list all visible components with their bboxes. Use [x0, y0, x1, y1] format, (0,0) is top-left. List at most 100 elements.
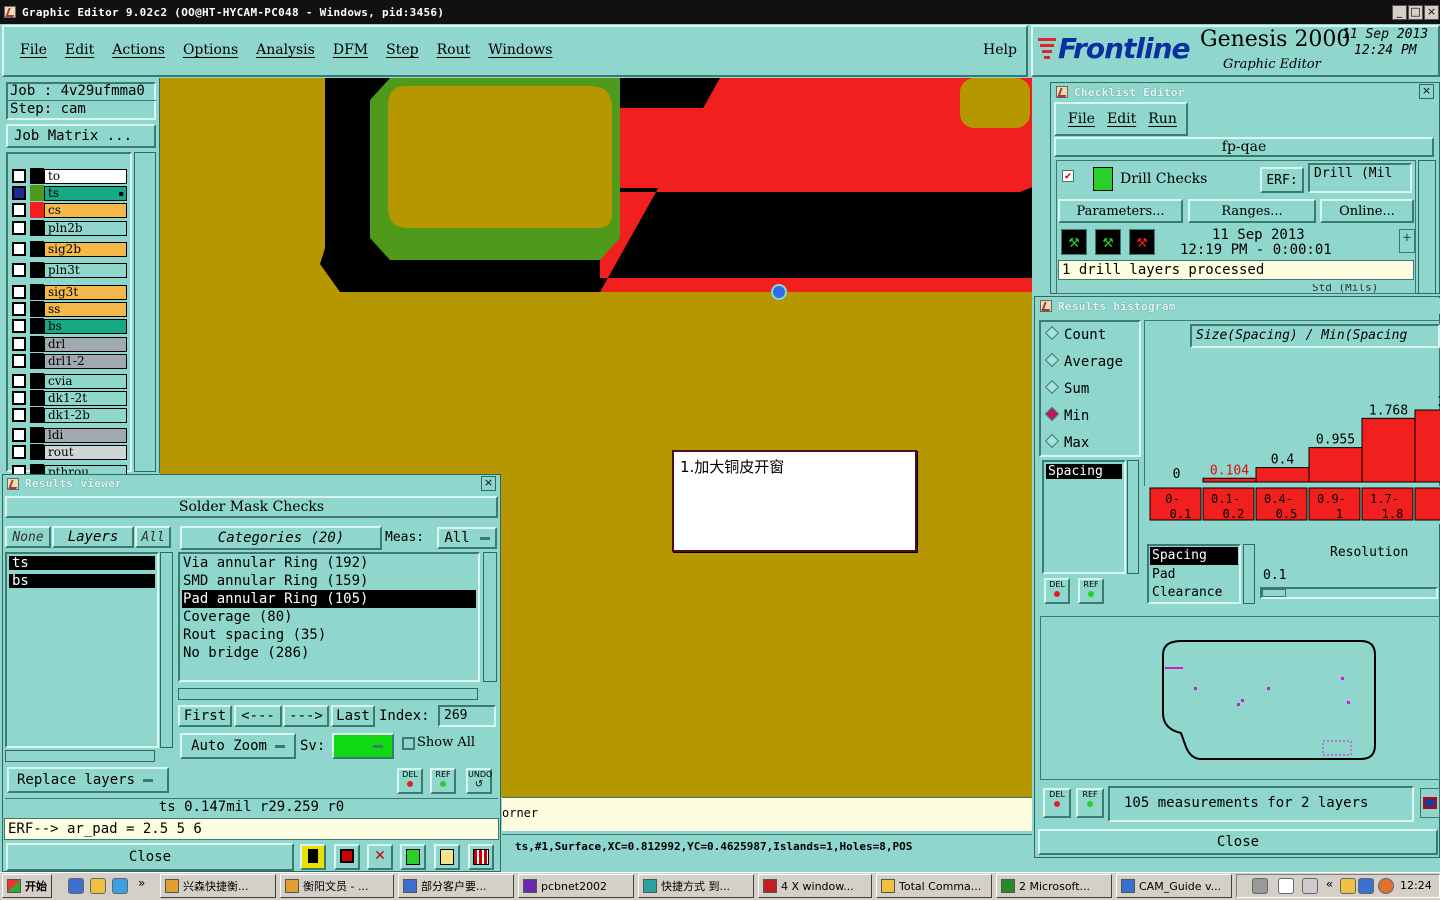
menu-options[interactable]: Options — [183, 42, 238, 58]
category-item[interactable]: No bridge (286) — [182, 644, 476, 662]
result-layer-hscroll[interactable] — [5, 750, 155, 762]
category-item[interactable]: Pad annular Ring (105) — [182, 590, 476, 608]
layer-row[interactable]: to — [12, 168, 127, 184]
taskbar-item[interactable]: 2 Microsoft... — [996, 874, 1112, 898]
menu-rout[interactable]: Rout — [437, 42, 471, 58]
maximize-button[interactable]: □ — [1408, 5, 1423, 20]
histogram-mode-average[interactable]: Average — [1041, 349, 1139, 376]
resolution-slider-thumb[interactable] — [1262, 589, 1286, 597]
start-button[interactable]: 开始 — [2, 874, 52, 898]
histogram-bar[interactable] — [1414, 409, 1440, 483]
result-layer-item[interactable]: bs — [9, 574, 155, 588]
drill-checks-label[interactable]: Drill Checks — [1120, 171, 1207, 187]
quicklaunch-icon-2[interactable] — [90, 878, 106, 894]
preview-extra-icon[interactable] — [1420, 788, 1440, 818]
run-check-icon[interactable]: ⚒ — [1061, 229, 1087, 255]
metric-option[interactable]: Clearance — [1150, 584, 1238, 602]
toolbar-icon-6[interactable] — [468, 844, 494, 870]
layer-checkbox[interactable] — [12, 285, 26, 299]
rv-undo-button[interactable]: UNDO ↺ — [466, 768, 492, 794]
menu-edit[interactable]: Edit — [65, 42, 94, 58]
histogram-bar[interactable] — [1255, 467, 1310, 483]
layer-row[interactable]: cvia — [12, 373, 127, 389]
layer-row[interactable]: dk1-2t — [12, 390, 127, 406]
keyboard-icon[interactable] — [1252, 878, 1268, 894]
metric-option[interactable]: Spacing — [1150, 547, 1238, 565]
layer-row[interactable]: sig2b — [12, 241, 127, 257]
help-tray-icon[interactable] — [1278, 878, 1294, 894]
quicklaunch-icon-3[interactable] — [112, 878, 128, 894]
layer-row[interactable]: ts ▪ — [12, 185, 127, 201]
result-layer-item[interactable]: ts — [9, 556, 155, 570]
stop-check-icon[interactable]: ⚒ — [1129, 229, 1155, 255]
menu-actions[interactable]: Actions — [112, 42, 165, 58]
histogram-mode-sum[interactable]: Sum — [1041, 376, 1139, 403]
category-item[interactable]: SMD annular Ring (159) — [182, 572, 476, 590]
histogram-bar[interactable] — [1361, 417, 1416, 483]
toolbar-icon-4[interactable] — [400, 844, 426, 870]
histogram-close-button[interactable]: Close — [1038, 829, 1438, 855]
menu-analysis[interactable]: Analysis — [256, 42, 315, 58]
quicklaunch-more-icon[interactable]: » — [138, 876, 145, 890]
close-window-button[interactable]: × — [1424, 5, 1439, 20]
network-icon[interactable] — [1358, 878, 1374, 894]
show-all-checkbox[interactable] — [402, 737, 415, 750]
layer-checkbox[interactable] — [12, 186, 26, 200]
none-button[interactable]: None — [5, 526, 51, 548]
run-selected-icon[interactable]: ⚒ — [1095, 229, 1121, 255]
auto-zoom-select[interactable]: Auto Zoom — [180, 733, 296, 759]
expand-icon[interactable]: + — [1399, 229, 1415, 253]
job-matrix-button[interactable]: Job Matrix ... — [6, 124, 156, 148]
toolbar-icon-1[interactable] — [300, 844, 326, 870]
tray-icon-6[interactable] — [1378, 878, 1394, 894]
metric-scrollbar[interactable] — [1127, 460, 1139, 574]
layer-checkbox[interactable] — [12, 242, 26, 256]
checklist-menu-file[interactable]: File — [1068, 111, 1095, 127]
histogram-mode-max[interactable]: Max — [1041, 430, 1139, 457]
rv-del-button[interactable]: DEL — [397, 768, 423, 794]
sv-color-select[interactable] — [332, 733, 394, 759]
taskbar-item[interactable]: 部分客户要... — [398, 874, 514, 898]
layer-checkbox[interactable] — [12, 408, 26, 422]
tray-icon-3[interactable] — [1302, 878, 1318, 894]
results-viewer-close-icon[interactable]: × — [481, 476, 496, 491]
index-input[interactable]: 269 — [438, 705, 496, 727]
histogram-mode-count[interactable]: Count — [1041, 322, 1139, 349]
histogram-bar[interactable] — [1202, 477, 1257, 483]
checklist-menu-run[interactable]: Run — [1148, 111, 1177, 127]
meas-select[interactable]: All — [437, 527, 497, 549]
first-button[interactable]: First — [178, 705, 232, 727]
taskbar-item[interactable]: Total Comma... — [876, 874, 992, 898]
layer-checkbox[interactable] — [12, 445, 26, 459]
layer-checkbox[interactable] — [12, 203, 26, 217]
metric-options-scrollbar[interactable] — [1243, 544, 1255, 604]
layers-button[interactable]: Layers — [52, 526, 134, 548]
minimize-button[interactable]: _ — [1392, 5, 1407, 20]
layer-row[interactable]: bs — [12, 318, 127, 334]
menu-file[interactable]: File — [20, 42, 47, 58]
layer-checkbox[interactable] — [12, 374, 26, 388]
rv-close-button[interactable]: Close — [6, 843, 294, 871]
histogram-bar[interactable] — [1308, 447, 1363, 483]
layer-row[interactable]: ss — [12, 301, 127, 317]
category-item[interactable]: Coverage (80) — [182, 608, 476, 626]
toolbar-icon-5[interactable] — [434, 844, 460, 870]
taskbar-item[interactable]: 兴森快捷衡... — [160, 874, 276, 898]
erf-value[interactable]: Drill (Mil — [1308, 163, 1412, 193]
replace-layers-select[interactable]: Replace layers — [7, 767, 169, 793]
all-layers-button[interactable]: All — [135, 526, 171, 548]
layer-row[interactable]: pln3t — [12, 262, 127, 278]
layer-checkbox[interactable] — [12, 319, 26, 333]
tray-expand-icon[interactable]: « — [1326, 877, 1333, 891]
hist-del-button[interactable]: DEL — [1044, 578, 1070, 604]
layer-checkbox[interactable] — [12, 337, 26, 351]
layer-checkbox[interactable] — [12, 354, 26, 368]
taskbar-item[interactable]: 快捷方式 到... — [638, 874, 754, 898]
last-button[interactable]: Last — [331, 705, 375, 727]
menu-windows[interactable]: Windows — [488, 42, 552, 58]
category-item[interactable]: Via annular Ring (192) — [182, 554, 476, 572]
categories-button[interactable]: Categories (20) — [180, 526, 382, 550]
menu-help[interactable]: Help — [983, 42, 1017, 58]
hist-ref-button[interactable]: REF — [1078, 578, 1104, 604]
layer-checkbox[interactable] — [12, 169, 26, 183]
